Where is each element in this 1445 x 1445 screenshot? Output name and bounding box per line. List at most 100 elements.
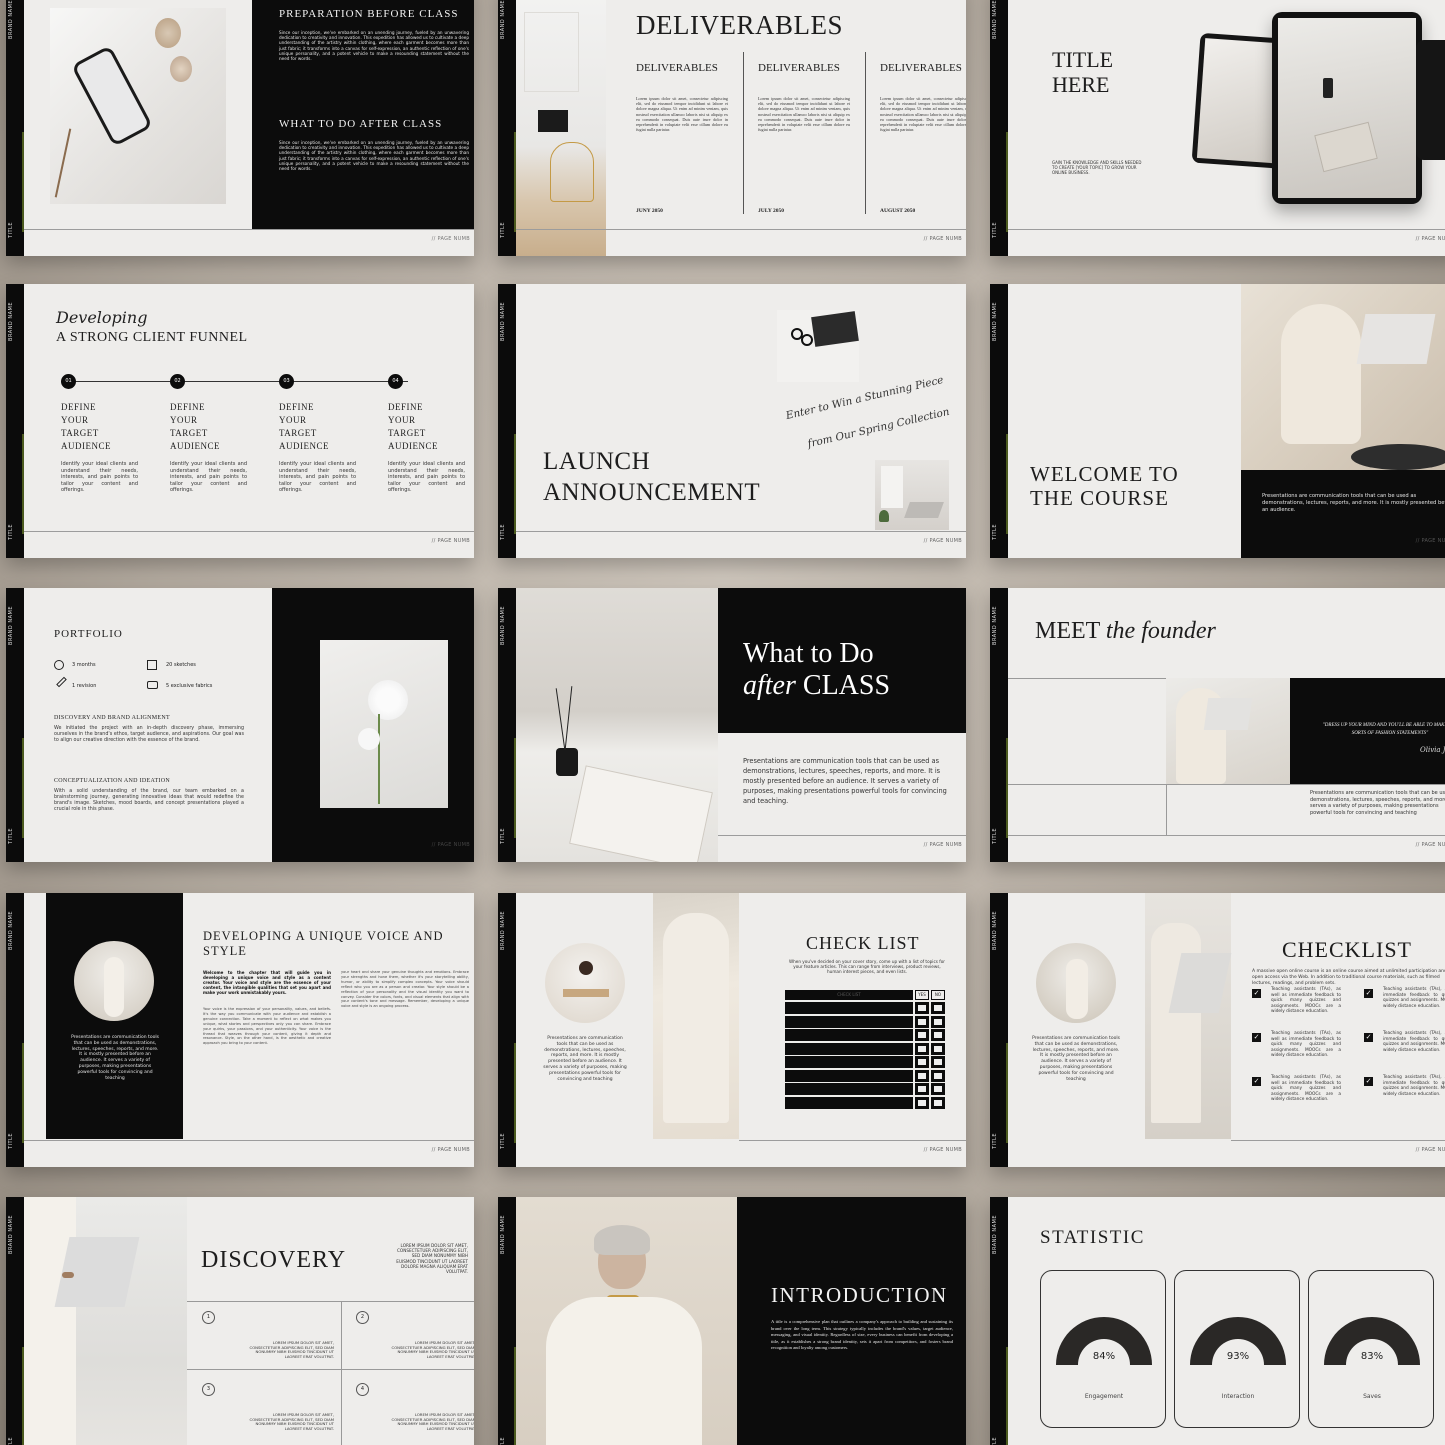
checkbox-checked[interactable]: ✓ bbox=[1252, 1077, 1261, 1086]
slide-portfolio[interactable]: BRAND NAME TITLE PORTFOLIO 3 months 20 sk… bbox=[6, 588, 474, 862]
strip-title: TITLE bbox=[8, 1436, 14, 1445]
stat-revision: 1 revision bbox=[72, 683, 97, 689]
brand-name: BRAND NAME bbox=[992, 606, 998, 645]
discovery-cell: 4 LOREM IPSUM DOLOR SIT AMET, CONSECTETU… bbox=[356, 1383, 474, 1439]
funnel-title: A STRONG CLIENT FUNNEL bbox=[56, 330, 248, 345]
checkbox-checked[interactable]: ✓ bbox=[1252, 989, 1261, 998]
woman-circle-photo bbox=[1036, 943, 1116, 1023]
checkbox-yes[interactable] bbox=[915, 1069, 929, 1082]
checkbox-checked[interactable]: ✓ bbox=[1364, 1033, 1373, 1042]
slide-after-class[interactable]: BRAND NAME TITLE What to Do after CLASS P… bbox=[498, 588, 966, 862]
checklist-row[interactable] bbox=[785, 1083, 913, 1095]
slide-statistic[interactable]: BRAND NAME TITLE STATISTIC 84% Engagement 9… bbox=[990, 1197, 1445, 1445]
checkbox-yes[interactable] bbox=[915, 1083, 929, 1095]
brand-name: BRAND NAME bbox=[8, 0, 14, 39]
checkbox-no[interactable] bbox=[931, 1096, 945, 1109]
step-text: Identify your ideal clients and understa… bbox=[388, 461, 465, 493]
brand-name: BRAND NAME bbox=[500, 0, 506, 39]
woman-laptop-white-photo bbox=[6, 1197, 187, 1445]
side-strip: BRAND NAME TITLE bbox=[990, 588, 1008, 862]
checkbox-no[interactable] bbox=[931, 1015, 945, 1028]
cell-text: LOREM IPSUM DOLOR SIT AMET, CONSECTETUER… bbox=[249, 1412, 334, 1431]
slide-check-list[interactable]: BRAND NAME TITLE Presentations are commun… bbox=[498, 893, 966, 1167]
checkbox-no[interactable] bbox=[931, 1029, 945, 1041]
welcome-caption: Presentations are communication tools th… bbox=[1262, 493, 1445, 513]
slide-preparation[interactable]: BRAND NAME TITLE PREPARATION BEFORE CLASS… bbox=[6, 0, 474, 256]
side-strip: BRAND NAME TITLE bbox=[990, 0, 1008, 256]
funnel-step: 03 DEFINE YOUR TARGET AUDIENCE Identify … bbox=[279, 374, 359, 494]
slide-introduction[interactable]: BRAND NAME TITLE INTRODUCTION A title is … bbox=[498, 1197, 966, 1445]
checklist-row[interactable] bbox=[785, 1002, 913, 1014]
pencil-icon bbox=[56, 676, 67, 688]
checkbox-checked[interactable]: ✓ bbox=[1252, 1033, 1261, 1042]
slide-title-here[interactable]: BRAND NAME TITLE TITLE HERE GAIN THE KNOW… bbox=[990, 0, 1445, 256]
step-number: 02 bbox=[170, 374, 185, 389]
founder-quote: "DRESS UP YOUR MIND AND YOU'LL BE ABLE T… bbox=[1322, 723, 1445, 736]
after-class-body: Presentations are communication tools th… bbox=[743, 757, 947, 805]
brand-name: BRAND NAME bbox=[992, 1215, 998, 1254]
checkbox-yes[interactable] bbox=[915, 1029, 929, 1041]
checkbox-no[interactable] bbox=[931, 1042, 945, 1055]
slide-launch-announcement[interactable]: BRAND NAME TITLE Enter to Win a Stunning … bbox=[498, 284, 966, 558]
col-header-no: NO bbox=[931, 990, 945, 1000]
statistic-title: STATISTIC bbox=[1040, 1227, 1145, 1248]
step-heading: DEFINE YOUR TARGET AUDIENCE bbox=[170, 402, 220, 451]
page-number: // PAGE NUMB bbox=[923, 538, 962, 544]
checklist-caption: Presentations are communication tools th… bbox=[1032, 1036, 1120, 1082]
checkbox-yes[interactable] bbox=[915, 1056, 929, 1068]
side-strip: BRAND NAME TITLE bbox=[498, 284, 516, 558]
page-number: // PAGE NUMB bbox=[923, 842, 962, 848]
discovery-cell: 3 LOREM IPSUM DOLOR SIT AMET, CONSECTETU… bbox=[202, 1383, 334, 1439]
pencil-box-icon bbox=[147, 660, 157, 670]
checklist-row[interactable] bbox=[785, 1029, 913, 1041]
slide-meet-founder[interactable]: BRAND NAME TITLE MEET the founder "DRESS … bbox=[990, 588, 1445, 862]
checkbox-checked[interactable]: ✓ bbox=[1364, 989, 1373, 998]
checkbox-yes[interactable] bbox=[915, 1042, 929, 1055]
discovery-heading: DISCOVERY AND BRAND ALIGNMENT bbox=[54, 715, 170, 721]
slide-client-funnel[interactable]: BRAND NAME TITLE Developing A STRONG CLIE… bbox=[6, 284, 474, 558]
page-number: // PAGE NUMB bbox=[923, 1147, 962, 1153]
checkbox-no[interactable] bbox=[931, 1002, 945, 1014]
step-heading: DEFINE YOUR TARGET AUDIENCE bbox=[388, 402, 438, 451]
desk-laptop-photo bbox=[875, 460, 949, 530]
checklist-row[interactable] bbox=[785, 1042, 913, 1055]
checkbox-yes[interactable] bbox=[915, 1096, 929, 1109]
checkbox-no[interactable] bbox=[931, 1083, 945, 1095]
strip-title: TITLE bbox=[8, 827, 14, 844]
check-list-title: CHECK LIST bbox=[806, 933, 920, 953]
checklist-row[interactable] bbox=[785, 1069, 913, 1082]
gauge-value: 83% bbox=[1360, 1351, 1384, 1362]
page-number: // PAGE NUMB bbox=[1415, 236, 1445, 242]
slide-checklist[interactable]: BRAND NAME TITLE Presentations are commun… bbox=[990, 893, 1445, 1167]
after-class-text: Since our inception, we've embarked on a… bbox=[279, 140, 469, 172]
step-text: Identify your ideal clients and understa… bbox=[170, 461, 247, 493]
slide-discovery[interactable]: BRAND NAME TITLE DISCOVERY LOREM IPSUM DO… bbox=[6, 1197, 474, 1445]
checkbox-checked[interactable]: ✓ bbox=[1364, 1077, 1373, 1086]
checkbox-no[interactable] bbox=[931, 1069, 945, 1082]
strip-title: TITLE bbox=[500, 827, 506, 844]
laptop-glasses-photo bbox=[777, 310, 859, 382]
discovery-cell: 2 LOREM IPSUM DOLOR SIT AMET, CONSECTETU… bbox=[356, 1311, 474, 1367]
slide-welcome[interactable]: BRAND NAME TITLE WELCOME TO THE COURSE Pr… bbox=[990, 284, 1445, 558]
checkbox-yes[interactable] bbox=[915, 1015, 929, 1028]
voice-lead: Welcome to the chapter that will guide y… bbox=[203, 970, 331, 995]
slide-unique-voice[interactable]: BRAND NAME TITLE Presentations are commun… bbox=[6, 893, 474, 1167]
page-number: // PAGE NUMB bbox=[1415, 538, 1445, 544]
slide-deliverables[interactable]: BRAND NAME TITLE DELIVERABLES DELIVERABLE… bbox=[498, 0, 966, 256]
checklist-row[interactable] bbox=[785, 1056, 913, 1068]
gauge-label: Saves bbox=[1363, 1393, 1381, 1400]
col2-date: JULY 2050 bbox=[758, 208, 785, 214]
page-number: // PAGE NUMB bbox=[431, 842, 470, 848]
checklist-row[interactable] bbox=[785, 1096, 913, 1109]
col-header-checklist: CHECK LIST bbox=[785, 990, 913, 1000]
tablet-mockups bbox=[1191, 12, 1445, 204]
col3-date: AUGUST 2050 bbox=[880, 208, 916, 214]
strip-title: TITLE bbox=[500, 221, 506, 238]
checkbox-yes[interactable] bbox=[915, 1002, 929, 1014]
checklist-row[interactable] bbox=[785, 1015, 913, 1028]
page-number: // PAGE NUMB bbox=[431, 1147, 470, 1153]
title-line-2: HERE bbox=[1052, 72, 1110, 97]
checkbox-no[interactable] bbox=[931, 1056, 945, 1068]
founder-body: Presentations are communication tools th… bbox=[1310, 790, 1445, 816]
profile-circle-photo bbox=[74, 941, 154, 1021]
